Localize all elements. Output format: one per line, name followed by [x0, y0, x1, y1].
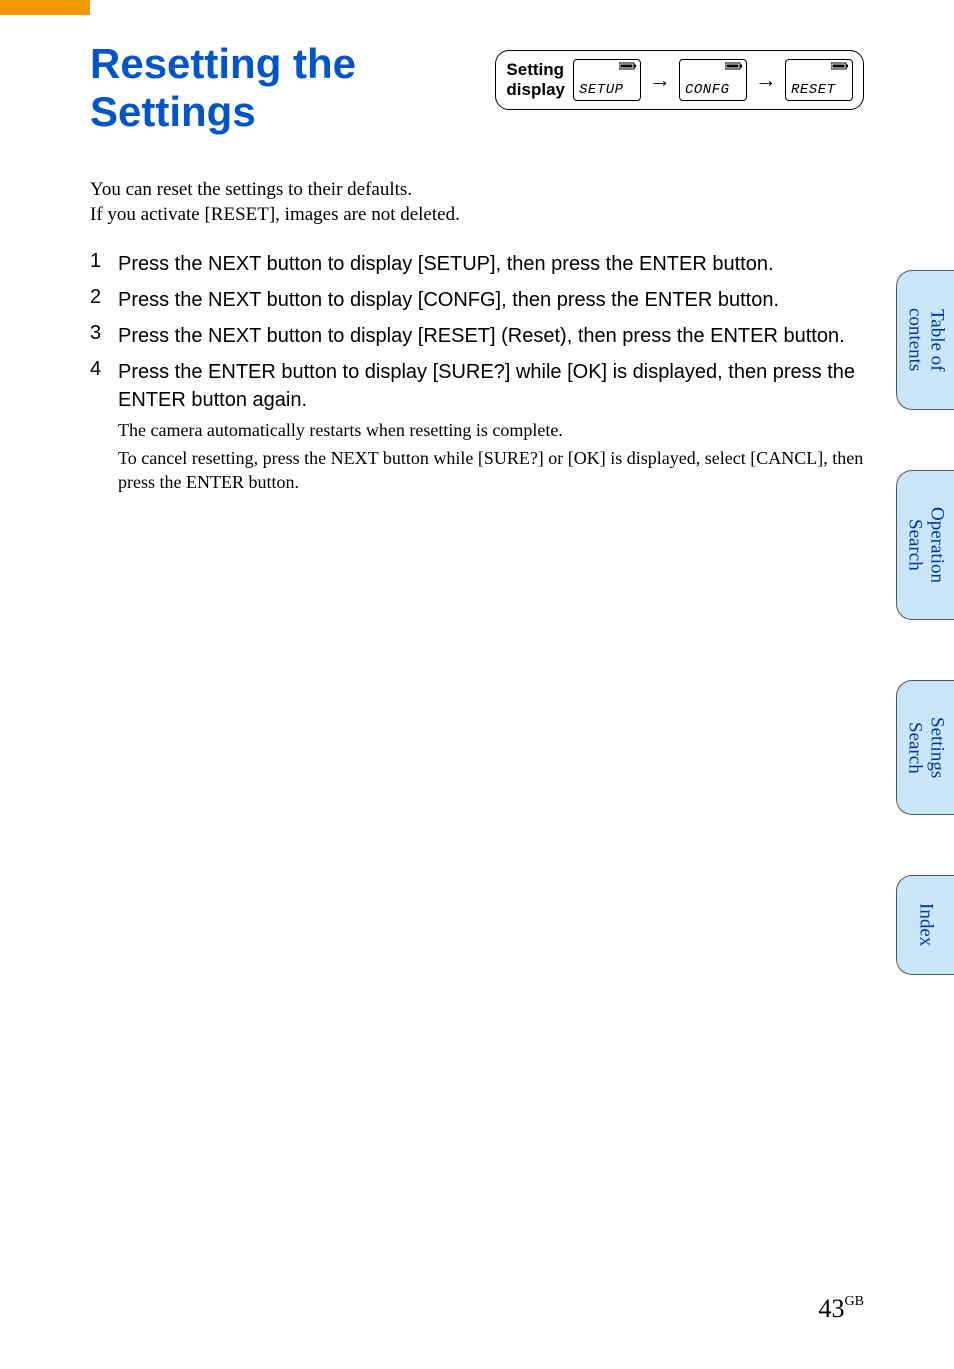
page: Resetting the Settings Setting display S… [0, 0, 954, 1369]
tab-table-of-contents[interactable]: Table of contents [896, 270, 954, 410]
step-item: Press the NEXT button to display [SETUP]… [90, 250, 864, 278]
header-accent-bar [0, 0, 90, 15]
step-item: Press the ENTER button to display [SURE?… [90, 358, 864, 495]
lcd-setup: SETUP [573, 59, 641, 101]
tab-label: Index [915, 903, 937, 946]
intro-line: You can reset the settings to their defa… [90, 177, 864, 203]
tab-index[interactable]: Index [896, 875, 954, 975]
steps-list: Press the NEXT button to display [SETUP]… [90, 250, 864, 495]
step-note: To cancel resetting, press the NEXT butt… [118, 446, 864, 495]
setting-display-label: Setting display [506, 60, 565, 99]
lcd-text: CONFG [683, 82, 730, 98]
step-text: Press the NEXT button to display [RESET]… [118, 322, 864, 350]
battery-icon [725, 62, 743, 70]
intro-text: You can reset the settings to their defa… [90, 177, 864, 228]
tab-settings-search[interactable]: Settings Search [896, 680, 954, 815]
arrow-icon: → [755, 69, 777, 91]
page-title: Resetting the Settings [90, 40, 465, 137]
step-text: Press the ENTER button to display [SURE?… [118, 358, 864, 414]
header-area: Resetting the Settings Setting display S… [90, 40, 864, 137]
step-item: Press the NEXT button to display [CONFG]… [90, 286, 864, 314]
lcd-confg: CONFG [679, 59, 747, 101]
tab-label: Operation Search [904, 507, 948, 583]
intro-line: If you activate [RESET], images are not … [90, 202, 864, 228]
lcd-text: RESET [789, 82, 836, 98]
page-number-value: 43 [819, 1294, 845, 1323]
side-tabs: Table of contents Operation Search Setti… [896, 270, 954, 975]
battery-icon [619, 62, 637, 70]
tab-label: Table of contents [904, 308, 948, 371]
arrow-icon: → [649, 69, 671, 91]
step-item: Press the NEXT button to display [RESET]… [90, 322, 864, 350]
lcd-reset: RESET [785, 59, 853, 101]
page-number-suffix: GB [845, 1294, 864, 1309]
lcd-text: SETUP [577, 82, 624, 98]
battery-icon [831, 62, 849, 70]
step-text: Press the NEXT button to display [CONFG]… [118, 286, 864, 314]
setting-display-box: Setting display SETUP → CONFG → RESET [495, 50, 864, 110]
tab-label: Settings Search [904, 717, 948, 778]
step-note: The camera automatically restarts when r… [118, 418, 864, 442]
tab-operation-search[interactable]: Operation Search [896, 470, 954, 620]
step-text: Press the NEXT button to display [SETUP]… [118, 250, 864, 278]
page-number: 43GB [819, 1294, 864, 1324]
